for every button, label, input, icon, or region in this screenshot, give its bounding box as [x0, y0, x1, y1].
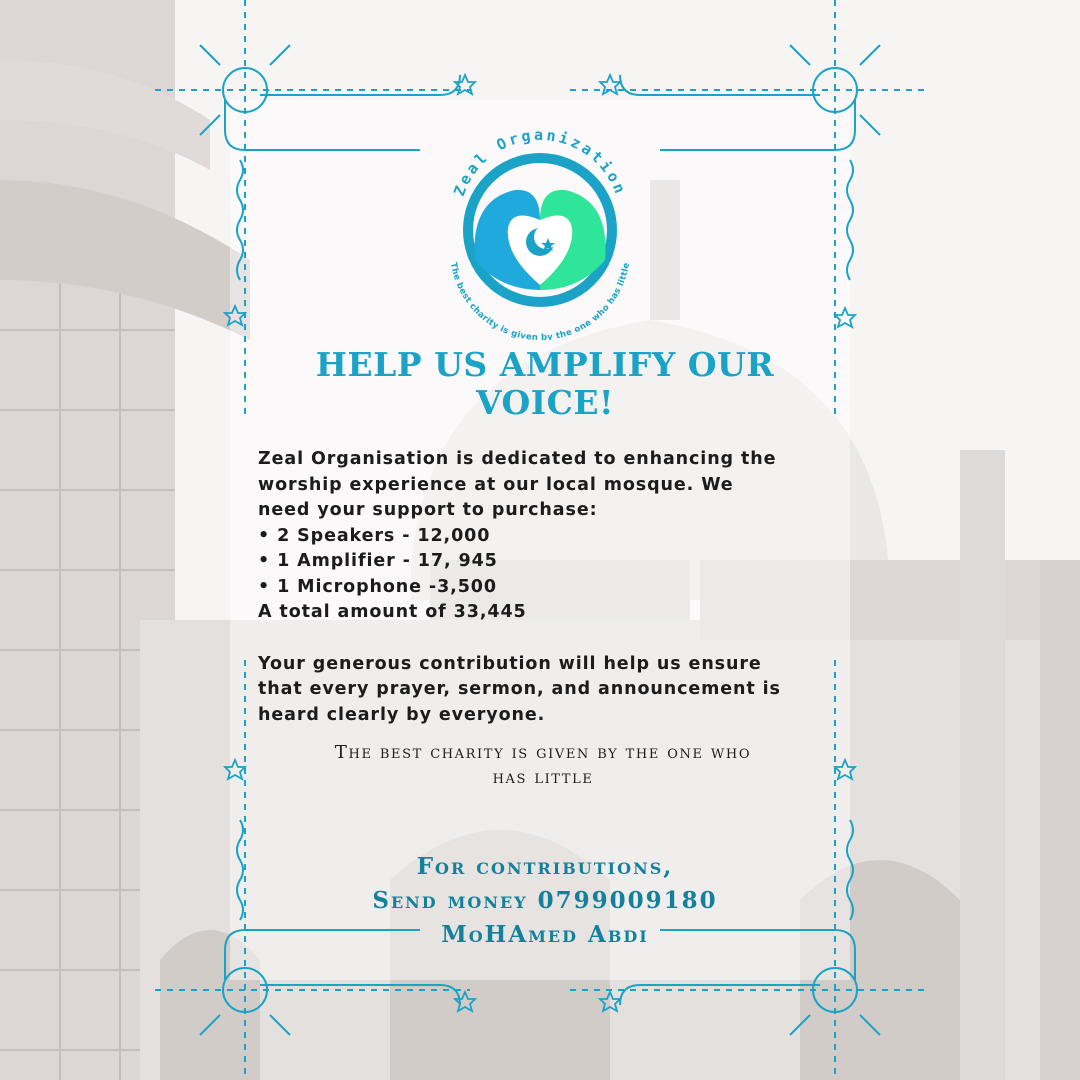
zeal-organization-logo: Zeal Organization The best charity is gi…	[448, 126, 632, 340]
charity-quote: The best charity is given by the one who…	[268, 740, 818, 790]
quote-line-1: The best charity is given by the one who	[334, 742, 752, 763]
contact-name: MoHAmed Abdi	[441, 921, 649, 948]
headline: HELP US AMPLIFY OUR VOICE!	[300, 346, 790, 422]
list-item-amplifier: • 1 Amplifier - 17, 945	[258, 551, 498, 571]
intro-line: worship experience at our local mosque. …	[258, 474, 734, 495]
appeal-text: Zeal Organisation is dedicated to enhanc…	[258, 447, 848, 728]
list-item-speakers: • 2 Speakers - 12,000	[258, 525, 491, 546]
closing-line: that every prayer, sermon, and announcem…	[258, 679, 781, 699]
closing-line: heard clearly by everyone.	[258, 704, 546, 725]
headline-line-2: VOICE!	[475, 383, 615, 422]
closing-line: Your generous contribution will help us …	[258, 653, 762, 674]
total-amount: A total amount of 33,445	[258, 602, 527, 622]
contact-heading: For contributions,	[416, 853, 674, 880]
contact-phone: Send money 0799009180	[372, 887, 718, 914]
quote-line-2: has little	[492, 767, 594, 788]
intro-line: Zeal Organisation is dedicated to enhanc…	[258, 449, 777, 469]
contribution-contact: For contributions, Send money 0799009180…	[300, 850, 790, 952]
list-item-microphone: • 1 Microphone -3,500	[258, 576, 497, 597]
headline-line-1: HELP US AMPLIFY OUR	[315, 345, 775, 384]
intro-line: need your support to purchase:	[258, 500, 598, 520]
